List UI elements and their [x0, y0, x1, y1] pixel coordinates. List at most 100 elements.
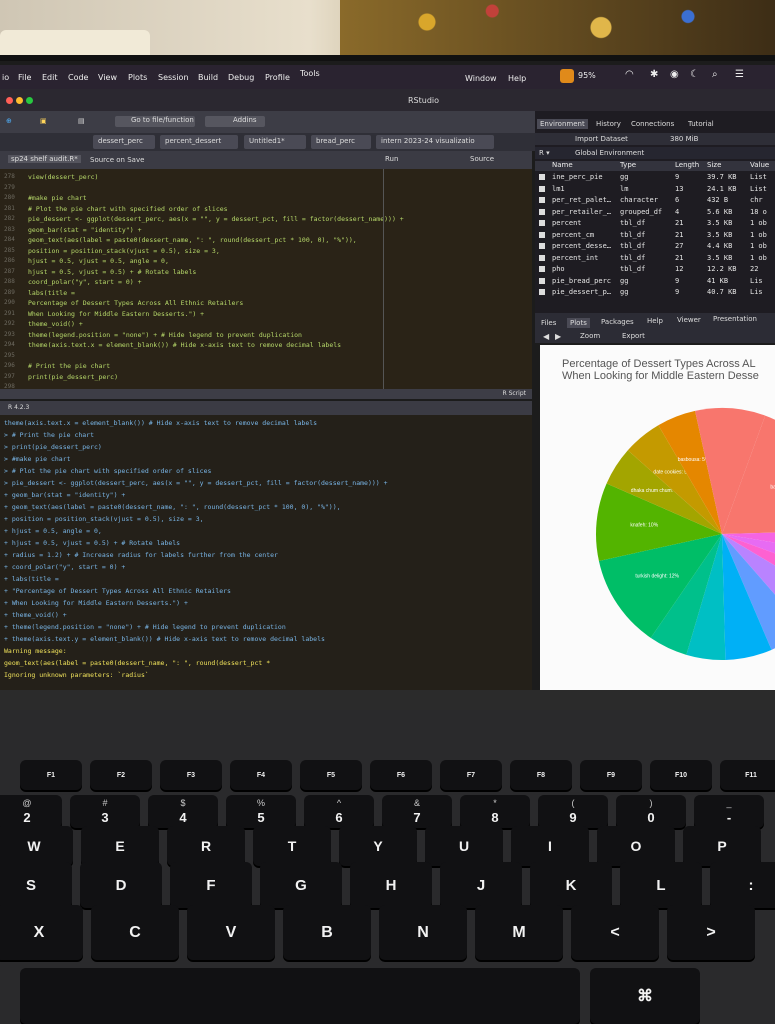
keyboard-key[interactable]: :	[710, 862, 775, 908]
keyboard-key[interactable]: #3	[70, 795, 140, 828]
keyboard-key[interactable]: F9	[580, 760, 642, 790]
keyboard-key[interactable]: B	[283, 905, 371, 960]
checkbox[interactable]	[539, 185, 545, 192]
env-row[interactable]: pie_bread_perc gg 9 41 KB Lis	[535, 277, 775, 286]
checkbox[interactable]	[539, 254, 545, 261]
console-pane[interactable]: R 4.2.3 theme(axis.text.x = element_blan…	[0, 401, 532, 691]
keyboard-key[interactable]: I	[511, 826, 589, 866]
keyboard-key[interactable]: L	[620, 862, 702, 908]
keyboard-key[interactable]: F1	[20, 760, 82, 790]
keyboard-key[interactable]: * 8	[460, 795, 530, 828]
tab-history[interactable]: History	[593, 119, 624, 129]
checkbox[interactable]	[539, 289, 545, 295]
menu-tools[interactable]: Tools	[300, 69, 320, 78]
col-size[interactable]: Size	[707, 161, 721, 169]
col-type[interactable]: Type	[620, 161, 636, 169]
memory-usage[interactable]: 380 MiB	[670, 135, 698, 143]
menu-plots[interactable]: Plots	[128, 73, 147, 82]
keyboard-key[interactable]: E	[81, 826, 159, 866]
keyboard-key[interactable]: F7	[440, 760, 502, 790]
script-type[interactable]: R Script	[503, 390, 526, 397]
run-button[interactable]: Run	[385, 155, 398, 163]
keyboard-key[interactable]: V	[187, 905, 275, 960]
keyboard-key[interactable]: <	[571, 905, 659, 960]
keyboard-key[interactable]: F5	[300, 760, 362, 790]
close-window-icon[interactable]	[6, 97, 13, 104]
checkbox[interactable]	[539, 231, 545, 238]
keyboard-key[interactable]: D	[80, 862, 162, 908]
env-row[interactable]: percent_int tbl_df 21 3.5 KB 1 ob	[535, 254, 775, 263]
tab-packages[interactable]: Packages	[601, 318, 634, 326]
col-value[interactable]: Value	[750, 161, 769, 169]
env-row[interactable]: per_retailer_… grouped_df 4 5.6 KB 18 o	[535, 208, 775, 217]
source-button[interactable]: Source	[470, 155, 494, 163]
keyboard-key[interactable]: F6	[370, 760, 432, 790]
keyboard-key[interactable]: N	[379, 905, 467, 960]
checkbox[interactable]	[539, 220, 545, 226]
back-arrow-icon[interactable]: ◀	[543, 332, 549, 341]
focus-icon[interactable]: ◉	[670, 69, 679, 80]
keyboard-key[interactable]: S	[0, 862, 72, 908]
tab-presentation[interactable]: Presentation	[713, 315, 757, 323]
tab-viewer[interactable]: Viewer	[677, 316, 701, 324]
env-row[interactable]: lm1 lm 13 24.1 KB List	[535, 185, 775, 194]
keyboard-key[interactable]: X	[0, 905, 83, 960]
col-length[interactable]: Length	[675, 161, 699, 169]
tab-bread-perc[interactable]: bread_perc	[311, 135, 371, 149]
keyboard-key[interactable]: W	[0, 826, 73, 866]
tab-plots[interactable]: Plots	[567, 318, 590, 328]
keyboard-key[interactable]: G	[260, 862, 342, 908]
file-tab[interactable]: sp24 shelf audit.R*	[8, 155, 81, 163]
tab-connections[interactable]: Connections	[628, 119, 677, 129]
tab-untitled1[interactable]: Untitled1*	[244, 135, 306, 149]
moon-icon[interactable]: ☾	[690, 69, 699, 80]
keyboard-key[interactable]: F4	[230, 760, 292, 790]
checkbox[interactable]	[539, 197, 545, 203]
menu-edit[interactable]: Edit	[42, 73, 58, 82]
menu-profile[interactable]: Profile	[265, 73, 290, 82]
tab-percent-dessert[interactable]: percent_dessert	[160, 135, 238, 149]
env-row[interactable]: per_ret_palet… character 6 432 B chr	[535, 196, 775, 205]
menu-code[interactable]: Code	[68, 73, 88, 82]
menu-debug[interactable]: Debug	[228, 73, 254, 82]
checkbox[interactable]	[539, 243, 545, 249]
keyboard-key[interactable]: U	[425, 826, 503, 866]
goto-file-input[interactable]: Go to file/function	[115, 116, 195, 127]
menu-build[interactable]: Build	[198, 73, 218, 82]
menu-view[interactable]: View	[98, 73, 117, 82]
keyboard-key[interactable]: J	[440, 862, 522, 908]
command-key-icon[interactable]: ⌘	[590, 968, 700, 1024]
env-row[interactable]: percent_cm tbl_df 21 3.5 KB 1 ob	[535, 231, 775, 240]
open-file-icon[interactable]: ▣	[40, 117, 47, 125]
forward-arrow-icon[interactable]: ▶	[555, 332, 561, 341]
keyboard-key[interactable]: ^ 6	[304, 795, 374, 828]
keyboard-key[interactable]: F11	[720, 760, 775, 790]
space-bar[interactable]	[20, 968, 580, 1024]
keyboard-key[interactable]: $4	[148, 795, 218, 828]
keyboard-key[interactable]: @2	[0, 795, 62, 828]
keyboard-key[interactable]: & 7	[382, 795, 452, 828]
menu-item[interactable]: io	[2, 73, 9, 82]
save-icon[interactable]: ▤	[78, 117, 85, 125]
keyboard-key[interactable]: _ -	[694, 795, 764, 828]
keyboard-key[interactable]: P	[683, 826, 761, 866]
keyboard-key[interactable]: F	[170, 862, 252, 908]
r-language-select[interactable]: R ▾	[539, 149, 550, 157]
tab-environment[interactable]: Environment	[537, 119, 588, 129]
keyboard-key[interactable]: Y	[339, 826, 417, 866]
keyboard-key[interactable]: % 5	[226, 795, 296, 828]
menu-help[interactable]: Help	[508, 74, 526, 83]
menu-session[interactable]: Session	[158, 73, 189, 82]
keyboard-key[interactable]: F2	[90, 760, 152, 790]
export-button[interactable]: Export	[622, 332, 645, 340]
keyboard-key[interactable]: F10	[650, 760, 712, 790]
keyboard-key[interactable]: F8	[510, 760, 572, 790]
env-row[interactable]: percent tbl_df 21 3.5 KB 1 ob	[535, 219, 775, 228]
addins-button[interactable]: Addins	[205, 116, 265, 127]
minimize-window-icon[interactable]	[16, 97, 23, 104]
tab-help[interactable]: Help	[647, 317, 663, 325]
keyboard-key[interactable]: (9	[538, 795, 608, 828]
tab-files[interactable]: Files	[541, 319, 556, 327]
col-name[interactable]: Name	[552, 161, 573, 169]
tab-tutorial[interactable]: Tutorial	[685, 119, 717, 129]
